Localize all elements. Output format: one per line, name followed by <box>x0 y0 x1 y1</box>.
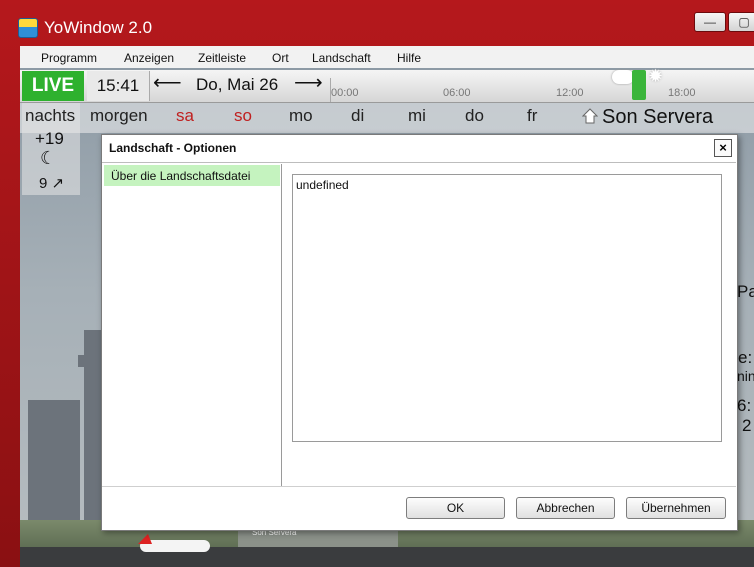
minimize-button[interactable]: — <box>694 12 726 32</box>
options-list <box>103 164 282 486</box>
airplane-tail-icon <box>138 534 152 544</box>
background-text: Pa <box>737 282 754 301</box>
menu-landschaft[interactable]: Landschaft <box>312 51 371 65</box>
home-icon[interactable] <box>582 108 598 124</box>
forecast-day[interactable]: morgen <box>90 106 148 126</box>
forecast-day[interactable]: nachts <box>25 106 75 126</box>
forecast-day[interactable]: di <box>351 106 364 126</box>
list-item-label: Über die Landschaftsdatei <box>111 169 251 183</box>
apply-button[interactable]: Übernehmen <box>626 497 726 519</box>
wind-info: 9 ↗ <box>39 175 65 192</box>
menu-ort[interactable]: Ort <box>272 51 289 65</box>
forecast-day[interactable]: fr <box>527 106 537 126</box>
background-text: 6: <box>737 396 752 415</box>
close-icon[interactable]: × <box>714 139 732 157</box>
ok-button[interactable]: OK <box>406 497 505 519</box>
menu-programm[interactable]: Programm <box>41 51 97 65</box>
building-shape <box>28 400 80 530</box>
forecast-day[interactable]: mo <box>289 106 313 126</box>
tick-label: 12:00 <box>556 87 584 99</box>
menu-hilfe[interactable]: Hilfe <box>397 51 421 65</box>
live-button[interactable]: LIVE <box>22 71 84 101</box>
forecast-day[interactable]: do <box>465 106 484 126</box>
current-temperature: +19 <box>35 129 64 148</box>
textarea-content: undefined <box>296 178 349 192</box>
current-time: 15:41 <box>87 71 150 101</box>
runway-shape <box>20 547 754 567</box>
menu-anzeigen[interactable]: Anzeigen <box>124 51 174 65</box>
tick-label: 06:00 <box>443 87 471 99</box>
tick-label: 18:00 <box>668 87 696 99</box>
dialog-divider <box>102 162 736 163</box>
cancel-button[interactable]: Abbrechen <box>516 497 615 519</box>
maximize-button[interactable]: ▢ <box>728 12 754 32</box>
arrow-right-icon[interactable]: ⟶ <box>294 70 323 95</box>
forecast-day[interactable]: sa <box>176 106 194 126</box>
arrow-left-icon[interactable]: ⟵ <box>153 70 182 95</box>
background-text: e: <box>738 348 753 367</box>
window-title: YoWindow 2.0 <box>44 18 153 37</box>
menu-zeitleiste[interactable]: Zeitleiste <box>198 51 246 65</box>
location-name[interactable]: Son Servera <box>602 106 713 129</box>
dialog-title: Landschaft - Optionen <box>109 141 237 155</box>
background-text: 2 <box>742 416 752 435</box>
forecast-day[interactable]: mi <box>408 106 426 126</box>
tick-label: 00:00 <box>331 87 359 99</box>
time-slider-handle[interactable] <box>632 70 646 100</box>
sun-icon: ✹ <box>648 66 664 86</box>
landscape-info-textarea[interactable] <box>292 174 722 442</box>
background-text: nin <box>737 368 754 384</box>
moon-cloud-icon: ☾ <box>40 148 57 168</box>
app-icon <box>18 18 38 38</box>
current-date: Do, Mai 26 <box>196 75 279 94</box>
cloud-icon <box>612 70 634 84</box>
forecast-day[interactable]: so <box>234 106 252 126</box>
